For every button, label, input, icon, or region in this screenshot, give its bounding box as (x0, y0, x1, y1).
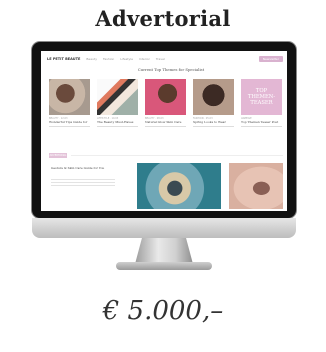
site-topnav: LE PETIT BEAUTE Beauty Fashion Lifestyle… (47, 55, 283, 63)
card-divider (193, 126, 234, 128)
nav-item-interior[interactable]: Interior (139, 57, 150, 61)
nav-item-lifestyle[interactable]: Lifestyle (120, 57, 133, 61)
text-line (51, 179, 115, 180)
card-headline: Spring Looks to Wear (193, 120, 226, 124)
card-headline: Natural Glow Skin Care (145, 120, 182, 124)
nav-item-fashion[interactable]: Fashion (103, 57, 114, 61)
imac-monitor: LE PETIT BEAUTE Beauty Fashion Lifestyle… (32, 42, 296, 270)
feature-image-secondary[interactable] (229, 163, 283, 209)
card-row: BEAUTY · 12.03 Wonderful Tips Guide for … (49, 79, 283, 149)
text-line (51, 185, 115, 186)
card-image (193, 79, 234, 115)
hero-title: Current Top Themes for Specialist (137, 67, 205, 72)
newsletter-button[interactable]: Newsletter (258, 56, 283, 62)
card-image (145, 79, 186, 115)
card-headline: The Beauty Must-Haves (97, 120, 134, 124)
price-label: € 5.000,– (102, 296, 224, 326)
monitor-screen: LE PETIT BEAUTE Beauty Fashion Lifestyle… (41, 51, 287, 211)
article-card[interactable]: BEAUTY · 12.03 Wonderful Tips Guide for (49, 79, 90, 149)
article-card[interactable]: LIFESTYLE · 10.03 The Beauty Must-Haves (97, 79, 138, 149)
card-divider (49, 126, 90, 128)
card-divider (97, 126, 138, 128)
site-logo[interactable]: LE PETIT BEAUTE (47, 57, 80, 61)
monitor-stand (135, 238, 193, 264)
nav-item-beauty[interactable]: Beauty (86, 57, 97, 61)
card-headline: Top Themen Teaser Post (241, 120, 279, 124)
monitor-chin (32, 218, 296, 238)
page-heading: Advertorial (95, 6, 231, 31)
teaser-line-3: TEASER (250, 100, 273, 106)
article-card[interactable]: FASHION · 05.03 Spring Looks to Wear (193, 79, 234, 149)
card-image (49, 79, 90, 115)
text-line (51, 182, 115, 183)
feature-image[interactable] (137, 163, 221, 209)
monitor-base (116, 262, 212, 270)
card-image (97, 79, 138, 115)
nav-item-travel[interactable]: Travel (156, 57, 165, 61)
teaser-card[interactable]: TOP THEMEN- TEASER ANZEIGE Top Themen Te… (241, 79, 282, 149)
section-divider (71, 155, 283, 156)
card-divider (241, 126, 282, 128)
feature-text-lines (51, 179, 115, 188)
feature-title[interactable]: Gesture & Skin Care Guide for You (51, 166, 121, 171)
article-card[interactable]: BEAUTY · 08.03 Natural Glow Skin Care (145, 79, 186, 149)
teaser-image: TOP THEMEN- TEASER (241, 79, 282, 115)
card-headline: Wonderful Tips Guide for (49, 120, 88, 124)
section-label: ADVERTORIAL (49, 153, 67, 158)
card-divider (145, 126, 186, 128)
monitor-bezel: LE PETIT BEAUTE Beauty Fashion Lifestyle… (32, 42, 296, 218)
